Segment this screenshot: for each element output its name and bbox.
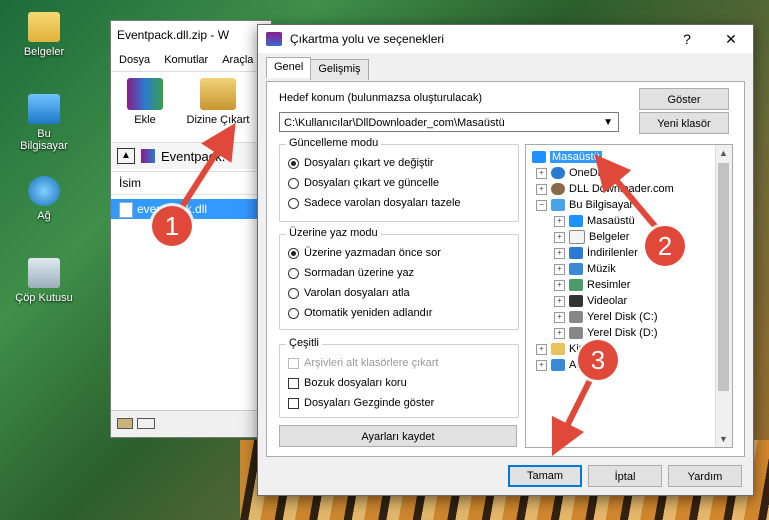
step-marker-2: 2 <box>645 226 685 266</box>
arrow-to-extract-button <box>177 122 236 212</box>
arrow-to-desktop-node <box>594 154 663 234</box>
step-marker-1: 1 <box>152 206 192 246</box>
step-marker-3: 3 <box>578 340 618 380</box>
arrow-to-ok-button <box>551 374 595 457</box>
